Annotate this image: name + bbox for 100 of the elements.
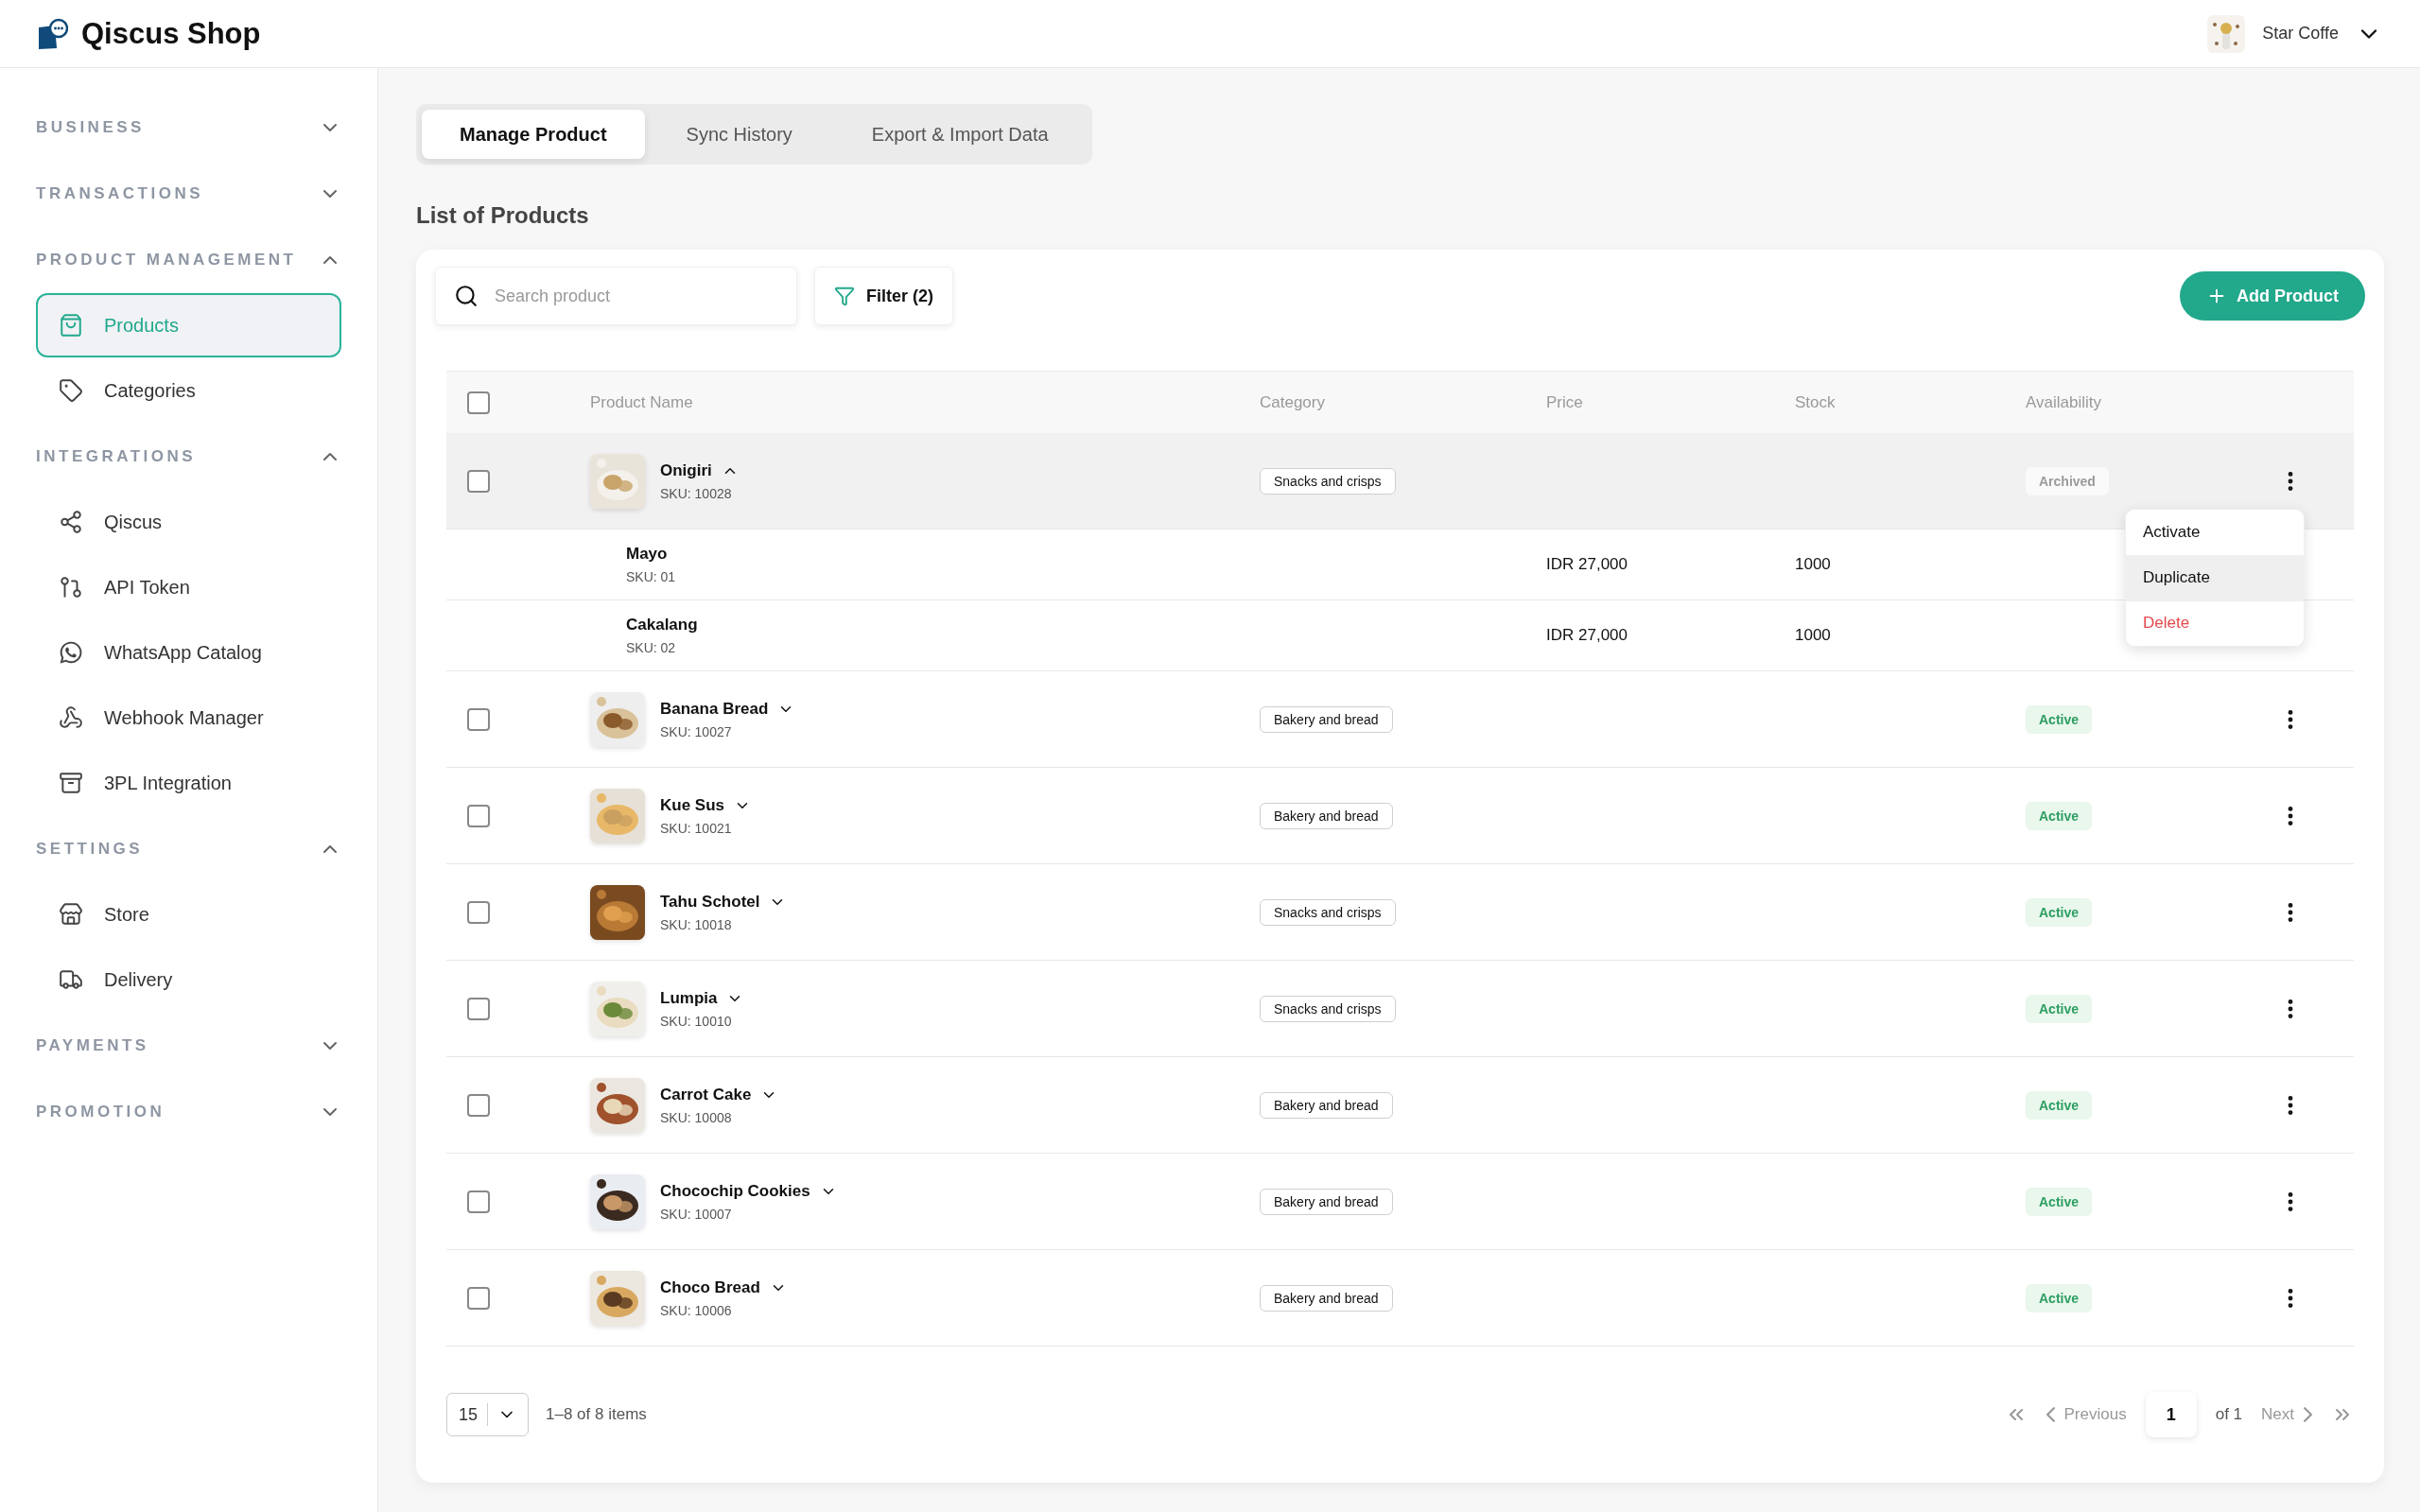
- search-icon: [454, 284, 479, 308]
- chevron-left-icon: [2046, 1407, 2055, 1422]
- sidebar-section-title: BUSINESS: [36, 118, 145, 137]
- truck-icon: [59, 967, 83, 992]
- column-header: Price: [1546, 392, 1584, 412]
- status-badge: Archived: [2026, 466, 2109, 495]
- sidebar-item[interactable]: Categories: [36, 358, 341, 423]
- product-sku: SKU: 10010: [660, 1013, 733, 1029]
- sidebar-item[interactable]: WhatsApp Catalog: [36, 620, 341, 685]
- status-badge: Active: [2026, 801, 2093, 830]
- sidebar-item[interactable]: Delivery: [36, 947, 341, 1012]
- stock: 1000: [1795, 555, 1832, 574]
- checkbox[interactable]: [467, 804, 490, 827]
- product-name: Choco Bread: [660, 1277, 760, 1297]
- page-number[interactable]: 1: [2145, 1392, 2197, 1437]
- tab[interactable]: Manage Product: [422, 110, 645, 159]
- product-name: Lumpia: [660, 988, 718, 1008]
- product-sku: SKU: 10007: [660, 1206, 733, 1222]
- sidebar-item-label: Products: [104, 314, 179, 337]
- status-badge: Active: [2026, 1283, 2093, 1312]
- tab[interactable]: Sync History: [648, 110, 830, 159]
- product-name: Tahu Schotel: [660, 892, 760, 912]
- chevron-right-icon: [2304, 1407, 2312, 1422]
- webhook-icon: [59, 705, 83, 730]
- sidebar-item[interactable]: 3PL Integration: [36, 751, 341, 815]
- checkbox[interactable]: [467, 707, 490, 731]
- menu-item[interactable]: Duplicate: [2126, 554, 2304, 600]
- tag-icon: [59, 378, 83, 403]
- sidebar-item[interactable]: Webhook Manager: [36, 686, 341, 750]
- status-badge: Active: [2026, 1187, 2093, 1216]
- column-header: Category: [1260, 392, 1326, 412]
- category-tag: Snacks and crisps: [1260, 467, 1396, 495]
- search-field[interactable]: Search product: [435, 267, 797, 325]
- sidebar-item-label: Categories: [104, 379, 196, 402]
- sidebar-section-title: PROMOTION: [36, 1103, 165, 1121]
- account-name: Star Coffe: [2262, 24, 2339, 43]
- sidebar-section-title: SETTINGS: [36, 840, 143, 859]
- sidebar-item-label: 3PL Integration: [104, 772, 232, 794]
- sidebar-section-title: TRANSACTIONS: [36, 184, 204, 203]
- variant-sku: SKU: 01: [626, 569, 677, 584]
- checkbox[interactable]: [467, 1190, 490, 1213]
- sidebar-section-title: PAYMENTS: [36, 1036, 149, 1055]
- product-name: Onigiri: [660, 461, 712, 480]
- product-sku: SKU: 10008: [660, 1109, 733, 1125]
- shopping-bag-icon: [59, 313, 83, 338]
- status-badge: Active: [2026, 994, 2093, 1023]
- sidebar-section-title: INTEGRATIONS: [36, 447, 197, 466]
- share-icon: [59, 510, 83, 534]
- product-sku: SKU: 10028: [660, 485, 733, 501]
- filter-icon: [834, 286, 855, 306]
- tab[interactable]: Export & Import Data: [833, 110, 1087, 159]
- filter-button[interactable]: Filter (2): [814, 267, 953, 325]
- status-badge: Active: [2026, 704, 2093, 734]
- product-sku: SKU: 10027: [660, 723, 733, 739]
- page-total: of 1: [2215, 1405, 2243, 1424]
- category-tag: Bakery and bread: [1260, 705, 1393, 733]
- checkbox[interactable]: [467, 469, 490, 493]
- logo-icon: [36, 17, 68, 50]
- checkbox[interactable]: [467, 391, 490, 414]
- variant-name: Mayo: [626, 545, 669, 564]
- sidebar-section-title: PRODUCT MANAGEMENT: [36, 251, 297, 269]
- sidebar-item[interactable]: Store: [36, 882, 341, 947]
- page-size-select[interactable]: 15: [446, 1393, 530, 1436]
- variant-sku: SKU: 02: [626, 640, 677, 655]
- menu-item[interactable]: Delete: [2126, 600, 2304, 646]
- product-sku: SKU: 10006: [660, 1302, 733, 1318]
- checkbox[interactable]: [467, 900, 490, 924]
- sidebar-item-label: Qiscus: [104, 511, 163, 533]
- archive-icon: [59, 771, 83, 795]
- sidebar-item-label: WhatsApp Catalog: [104, 641, 262, 664]
- sidebar-item-label: Store: [104, 903, 149, 926]
- product-name: Carrot Cake: [660, 1085, 752, 1104]
- status-badge: Active: [2026, 897, 2093, 927]
- product-sku: SKU: 10021: [660, 820, 733, 836]
- category-tag: Bakery and bread: [1260, 802, 1393, 829]
- store-icon: [59, 902, 83, 927]
- column-header: Stock: [1795, 392, 1837, 412]
- whatsapp-icon: [59, 640, 83, 665]
- sidebar-item[interactable]: API Token: [36, 555, 341, 619]
- category-tag: Bakery and bread: [1260, 1091, 1393, 1119]
- column-header: Product Name: [590, 392, 694, 412]
- sidebar-item[interactable]: Qiscus: [36, 490, 341, 554]
- checkbox[interactable]: [467, 1286, 490, 1310]
- price: IDR 27,000: [1546, 626, 1628, 645]
- variant-name: Cakalang: [626, 616, 699, 634]
- stock: 1000: [1795, 626, 1832, 645]
- app-title: Qiscus Shop: [81, 16, 261, 51]
- category-tag: Bakery and bread: [1260, 1188, 1393, 1215]
- section-title: List of Products: [416, 202, 590, 229]
- category-tag: Bakery and bread: [1260, 1284, 1393, 1312]
- category-tag: Snacks and crisps: [1260, 898, 1396, 926]
- column-header: Availability: [2026, 392, 2102, 412]
- sidebar-item-label: Webhook Manager: [104, 706, 264, 729]
- product-name: Chocochip Cookies: [660, 1181, 810, 1201]
- product-name: Banana Bread: [660, 699, 769, 719]
- checkbox[interactable]: [467, 997, 490, 1020]
- menu-item[interactable]: Activate: [2126, 509, 2304, 555]
- checkbox[interactable]: [467, 1093, 490, 1117]
- sidebar-item-label: API Token: [104, 576, 190, 599]
- items-range: 1–8 of 8 items: [546, 1405, 647, 1424]
